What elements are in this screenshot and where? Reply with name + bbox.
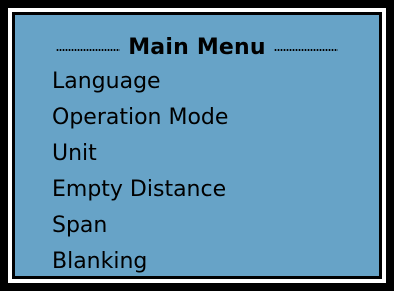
header-dotted-line-right [273,48,338,52]
menu-header: Main Menu [15,33,379,61]
menu-item-blanking[interactable]: Blanking [52,244,228,280]
header-dotted-line-left [56,48,121,52]
menu-item-empty-distance[interactable]: Empty Distance [52,172,228,208]
menu-item-operation-mode[interactable]: Operation Mode [52,100,228,136]
menu-title: Main Menu [128,34,266,60]
menu-item-language[interactable]: Language [52,64,228,100]
menu-item-span[interactable]: Span [52,208,228,244]
menu-item-unit[interactable]: Unit [52,136,228,172]
display-screen: Main Menu Language Operation Mode Unit E… [12,12,382,279]
main-menu-list: Language Operation Mode Unit Empty Dista… [52,64,228,280]
